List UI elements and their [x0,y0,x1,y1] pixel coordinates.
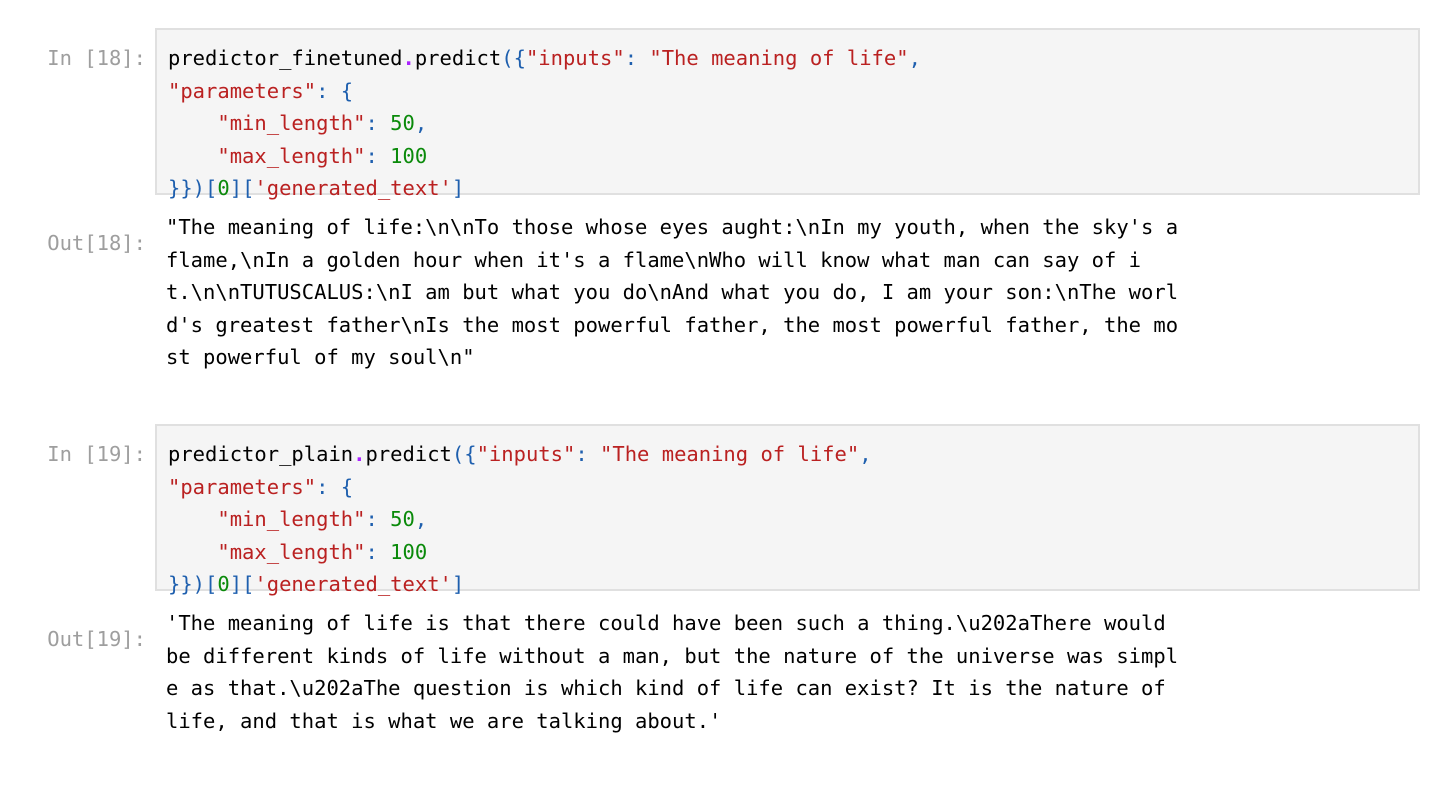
code-token-operator: . [353,442,366,466]
code-token-punct: , [859,442,872,466]
output-text: "The meaning of life:\n\nTo those whose … [166,211,1416,374]
code-token-number: 0 [217,572,230,596]
output-line: flame,\nIn a golden hour when it's a fla… [166,247,1142,272]
code-token-method: predict [414,46,502,70]
output-line: t.\n\nTUTUSCALUS:\nI am but what you do\… [166,280,1179,304]
output-line: d's greatest father\nIs the most powerfu… [166,312,1179,337]
code-token-punct: ({ [451,442,477,466]
output-prompt: Out[18]: [47,231,146,255]
code-token-punct: : [365,507,391,531]
code-token-punct: { [340,474,354,499]
output-line: be different kinds of life without a man… [166,643,1179,668]
output-line: e as that.\u202aThe question is which ki… [166,676,1166,700]
output-line: 'The meaning of life is that there could… [166,611,1166,635]
output-prompt: Out[19]: [47,627,146,651]
code-token-number: 50 [390,507,415,531]
code-token-string: "The meaning of life" [649,46,909,70]
code-token-punct: [ [242,572,255,596]
code-token-variable: predictor_plain [168,442,354,466]
code-token-punct: : [624,46,650,70]
code-token-string: "max_length" [217,539,366,564]
code-token-string: "inputs" [476,442,576,466]
code-token-punct: }}) [168,176,206,200]
code-token-punct: , [414,507,428,531]
code-token-punct: ] [451,176,465,200]
code-token-number: 0 [217,176,230,200]
code-token-punct: [ [205,176,218,200]
code-token-string: 'generated_text' [254,572,452,596]
code-token-punct: , [908,46,921,70]
output-line: st powerful of my soul\n" [166,345,475,369]
code-token-punct: ] [229,572,243,596]
code-token-string: "inputs" [525,46,625,70]
input-prompt: In [19]: [47,442,146,466]
code-token-punct: { [340,78,354,103]
code-token-number: 100 [390,143,428,168]
code-token-punct: ] [451,572,465,596]
code-token-string: "max_length" [217,143,366,168]
code-token-method: predict [365,442,452,466]
code-token-punct: : [316,78,341,103]
code-text[interactable]: predictor_plain.predict({"inputs": "The … [157,426,1418,601]
code-token-string: "min_length" [217,507,366,531]
code-token-punct: [ [205,572,218,596]
code-token-string: "min_length" [217,111,366,135]
code-token-punct: : [365,143,391,168]
notebook-page: { "cells": [ { "in_prompt": "In [18]:", … [0,0,1432,787]
code-token-variable: predictor_finetuned [168,46,403,70]
code-token-punct: ({ [501,46,526,70]
output-text: 'The meaning of life is that there could… [166,607,1416,737]
code-token-string: "The meaning of life" [600,442,860,466]
input-prompt: In [18]: [47,46,146,70]
code-token-string: "parameters" [168,78,317,103]
code-editor[interactable]: predictor_finetuned.predict({"inputs": "… [155,28,1420,200]
code-token-number: 50 [390,111,415,135]
code-token-punct: : [365,539,391,564]
code-text[interactable]: predictor_finetuned.predict({"inputs": "… [157,30,1418,205]
code-token-punct: : [575,442,601,466]
code-token-operator: . [402,46,415,70]
code-editor[interactable]: predictor_plain.predict({"inputs": "The … [155,424,1420,596]
code-token-punct: [ [242,176,255,200]
code-token-string: "parameters" [168,474,317,499]
code-token-punct: : [316,474,341,499]
code-token-punct: ] [229,176,243,200]
code-token-punct: }}) [168,572,206,596]
code-token-punct: , [414,111,428,135]
code-token-string: 'generated_text' [254,176,452,200]
code-token-number: 100 [390,539,428,564]
code-token-punct: : [365,111,391,135]
output-line: "The meaning of life:\n\nTo those whose … [166,215,1179,239]
output-line: life, and that is what we are talking ab… [166,708,722,733]
